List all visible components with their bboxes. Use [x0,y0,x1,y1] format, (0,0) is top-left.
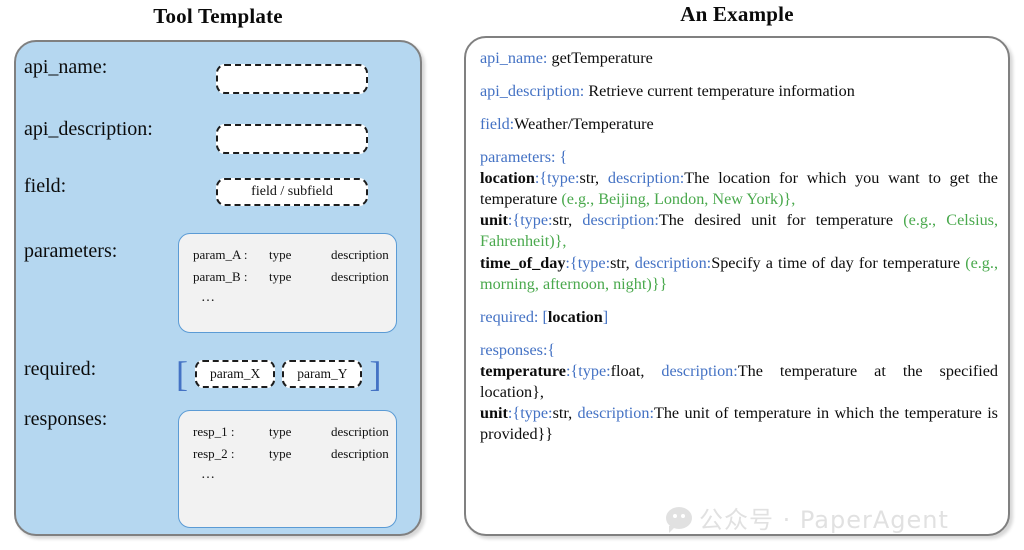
response-name: unit [480,403,508,422]
required-value: location [547,307,603,326]
parameter-name: param_B : [193,269,248,284]
response-description: description [331,424,389,439]
parameter-name: time_of_day [480,253,566,272]
template-row-required: required: [24,358,96,381]
example-responses-label: responses:{ [480,340,556,359]
label-responses: responses: [24,408,108,430]
page-title-an-example: An Example [680,2,794,26]
parameter-description: description [331,247,389,262]
example-api-description-label: api_description: [480,82,585,101]
label-required: required: [24,358,97,380]
responses-row: resp_2 : type description [179,443,396,465]
response-name: resp_2 : [193,446,235,461]
example-content: api_name: getTemperature api_description… [480,48,998,445]
parameter-type: type [269,269,292,284]
example-parameter-time-of-day: time_of_day:{type:str, description:Speci… [480,253,998,293]
parameter-name: unit [480,211,508,230]
example-parameter-unit: unit:{type:str, description:The desired … [480,211,999,251]
example-required-label: required: [480,307,543,326]
example-field-line: field:Weather/Temperature [480,114,998,135]
example-parameter-location: location:{type:str, description:The loca… [480,169,998,209]
template-row-parameters: parameters: [24,240,117,263]
example-response-unit: unit:{type:str, description:The unit of … [480,403,998,443]
example-api-description-value: Retrieve current temperature information [584,82,855,101]
example-api-name-value: getTemperature [547,49,653,67]
example-api-description-line: api_description: Retrieve current temper… [480,81,998,102]
example-field-label: field: [480,115,515,134]
label-field: field: [24,175,67,197]
parameter-name: param_A : [193,247,248,262]
template-row-responses: responses: [24,408,107,431]
field-input[interactable]: field / subfield [216,178,368,206]
required-chip-param-y[interactable]: param_Y [282,360,363,388]
parameter-description: description [331,269,389,284]
page-title-tool-template: Tool Template [153,4,283,28]
required-list: [ param_X param_Y ] [176,356,381,392]
example-field-value: Weather/Temperature [514,115,654,134]
response-type: type [269,424,292,439]
parameter-examples: (e.g., Beijing, London, New York)}, [561,190,796,209]
parameter-type: type [269,247,292,262]
parameters-card: param_A : type description param_B : typ… [178,233,397,333]
label-api-description: api_description: [24,118,153,140]
parameters-row: param_B : type description [179,266,396,288]
bracket-open-icon: [ [176,354,188,394]
bracket-close-icon: ] [602,307,609,326]
responses-ellipsis: … [201,467,217,482]
example-parameters-label: parameters: { [480,148,568,167]
required-chip-param-x[interactable]: param_X [195,360,276,388]
responses-card: resp_1 : type description resp_2 : type … [178,410,397,528]
response-type: type [269,446,292,461]
response-name: temperature [480,361,566,380]
parameter-name: location [480,169,535,188]
example-api-name-line: api_name: getTemperature [480,48,998,69]
response-description: description [331,446,389,461]
example-response-temperature: temperature:{type:float, description:The… [480,361,998,401]
example-api-name-label: api_name: [480,49,548,67]
bracket-close-icon: ] [369,354,382,394]
parameters-row: param_A : type description [179,244,396,266]
parameters-ellipsis: … [201,290,217,305]
label-api-name: api_name: [24,56,108,78]
api-description-input[interactable] [216,124,368,154]
template-row-field: field: [24,175,66,198]
api-name-input[interactable] [216,64,368,94]
label-parameters: parameters: [24,240,118,262]
example-required-line: required: [location] [480,307,998,328]
response-name: resp_1 : [193,424,235,439]
template-row-api-description: api_description: [24,118,153,141]
template-row-api-name: api_name: [24,56,107,79]
responses-row: resp_1 : type description [179,421,396,443]
